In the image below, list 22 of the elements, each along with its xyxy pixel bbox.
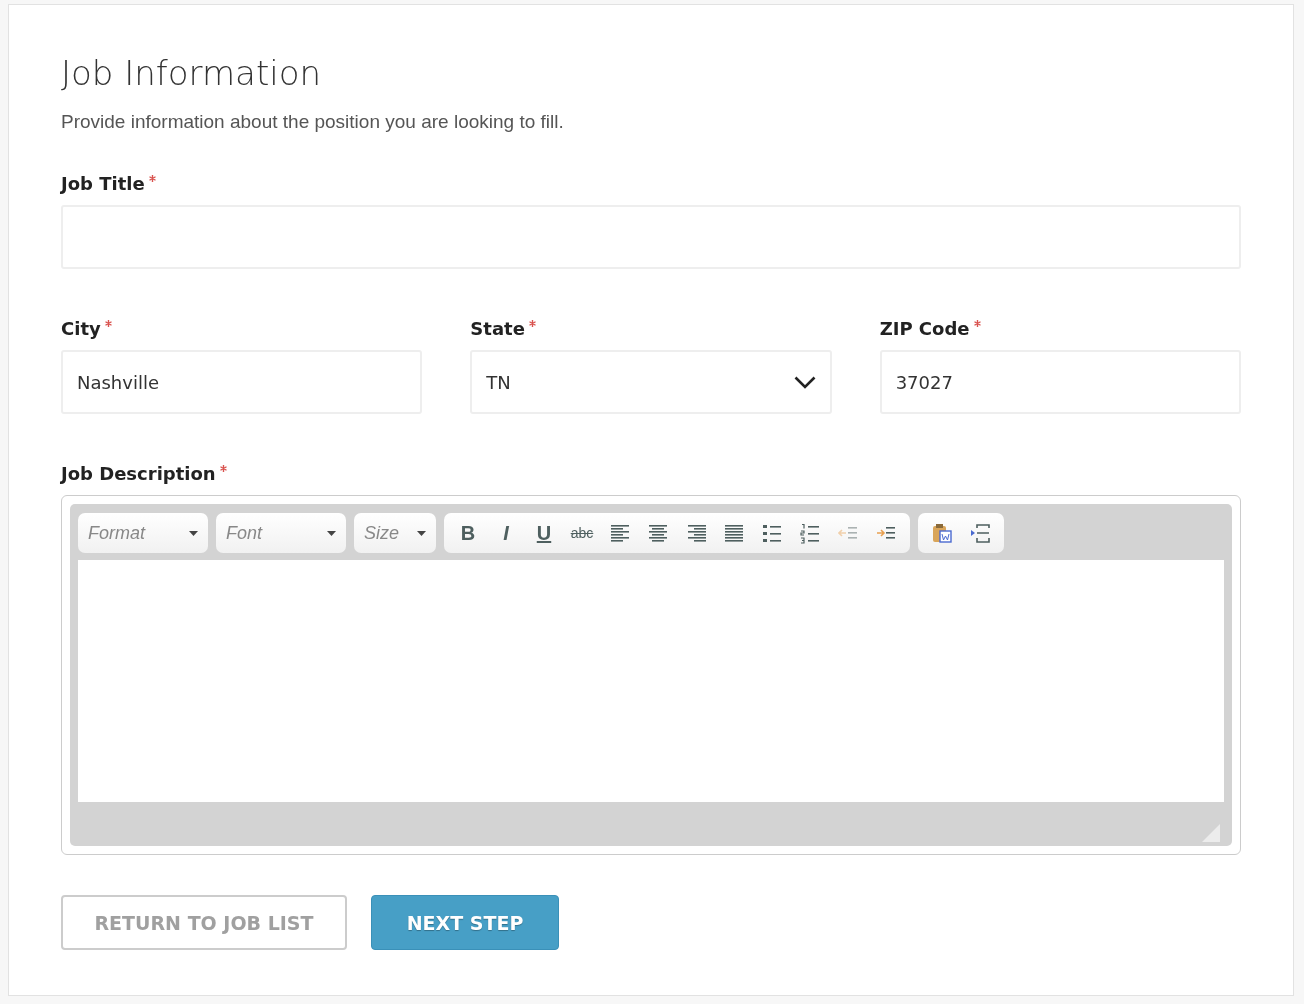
text-field[interactable]: 37027 <box>879 350 1241 415</box>
field-label: Job Description <box>61 462 216 487</box>
page-description: Provide information about the position you are looking to fill. <box>61 109 565 134</box>
caret-icon <box>327 530 336 536</box>
caret-icon <box>189 530 198 536</box>
underline-button[interactable]: U <box>526 517 562 550</box>
strikethrough-button[interactable]: abc <box>564 517 600 550</box>
dropdown[interactable]: Font <box>216 513 346 554</box>
dropdown[interactable]: Format <box>78 513 208 554</box>
select-field[interactable]: TN <box>470 350 832 415</box>
text-field[interactable]: Nashville <box>61 350 423 415</box>
dropdown[interactable]: Size <box>354 513 436 554</box>
caret-icon <box>417 530 426 536</box>
field-label: City <box>61 317 101 342</box>
bold-button[interactable]: B <box>450 517 486 550</box>
resize-handle-icon[interactable] <box>1202 824 1220 843</box>
field-label: State <box>470 317 525 342</box>
field-label: ZIP Code <box>879 317 970 342</box>
chevron-down-icon <box>793 375 816 389</box>
field-label: Job Title <box>61 172 145 197</box>
page-title: Job Information <box>61 53 323 94</box>
italic-button[interactable]: I <box>488 517 524 550</box>
